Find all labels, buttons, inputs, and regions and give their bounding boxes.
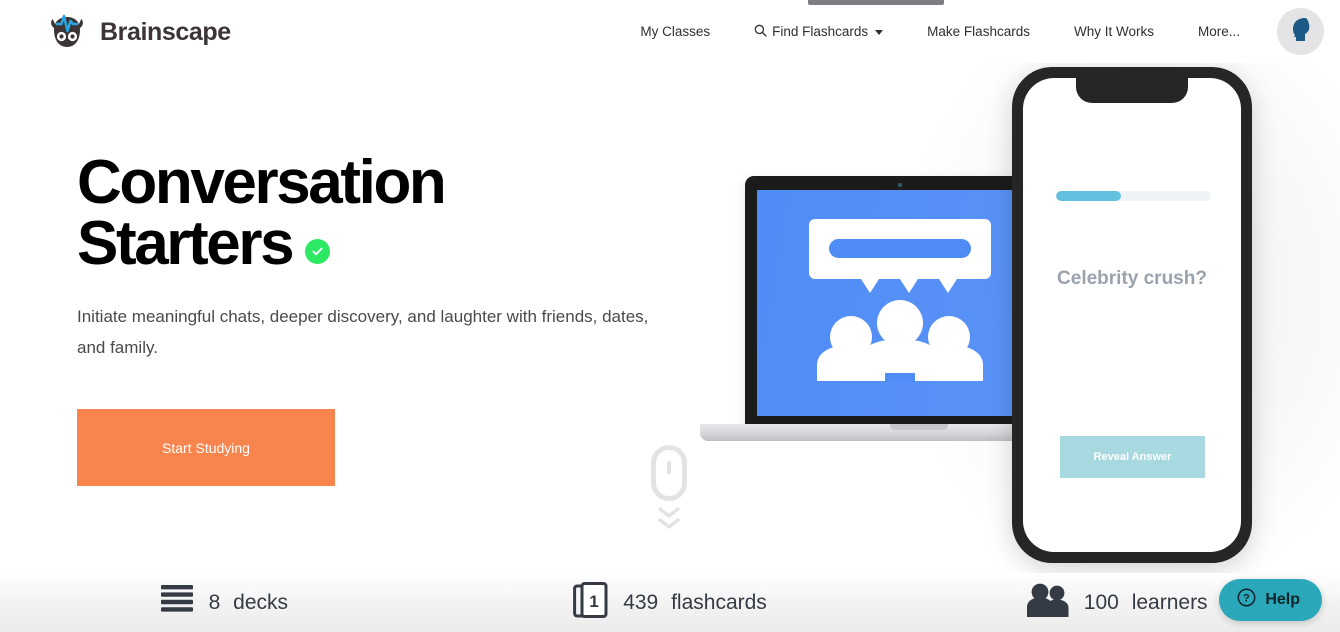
stat-flashcards-unit: flashcards (671, 590, 767, 614)
main-navigation: My Classes Find Flashcards Make Flashcar… (618, 0, 1262, 63)
nav-item-find-flashcards[interactable]: Find Flashcards (732, 0, 905, 63)
chevron-down-icon-2 (658, 518, 680, 529)
nav-label: My Classes (640, 24, 711, 39)
laptop-screen (757, 190, 1043, 416)
hero-title-line-2-group: Starters (77, 208, 677, 278)
mouse-outline-shape (651, 445, 687, 501)
brainscape-wordmark: Brainscape (100, 17, 231, 46)
chevron-down-icon (875, 30, 884, 35)
stat-flashcards-label: 439 flashcards (623, 591, 767, 615)
phone-notch (1076, 78, 1188, 103)
user-profile-head-icon (1288, 16, 1314, 48)
stat-learners-unit: learners (1131, 590, 1208, 614)
phone-screen: Celebrity crush? Reveal Answer (1023, 78, 1241, 552)
reveal-answer-button[interactable]: Reveal Answer (1060, 436, 1205, 478)
search-icon (754, 24, 767, 40)
flashcard-question-text: Celebrity crush? (1057, 268, 1207, 289)
brainscape-logo-link[interactable]: Brainscape (45, 10, 231, 54)
stat-decks-value: 8 (208, 590, 221, 614)
laptop-trackpad-notch (890, 424, 948, 430)
nav-item-my-classes[interactable]: My Classes (618, 0, 732, 63)
phone-mockup: Celebrity crush? Reveal Answer (1012, 67, 1252, 563)
hero-copy-block: Conversation Starters Initiate meaningfu… (77, 148, 677, 487)
study-progress-fill (1056, 191, 1122, 201)
stat-flashcards-value: 439 (623, 590, 659, 614)
laptop-camera-icon (898, 183, 902, 187)
nav-item-more[interactable]: More... (1176, 0, 1262, 63)
verified-check-icon (305, 238, 331, 264)
svg-text:?: ? (1243, 593, 1250, 605)
nav-label: Find Flashcards (772, 24, 869, 39)
flashcard-count-icon: 1 (573, 581, 609, 625)
mouse-wheel-shape (667, 461, 671, 474)
nav-label: Make Flashcards (927, 24, 1030, 39)
question-circle-icon: ? (1237, 588, 1256, 612)
nav-label: Why It Works (1073, 24, 1154, 39)
nav-item-make-flashcards[interactable]: Make Flashcards (905, 0, 1052, 63)
start-studying-button[interactable]: Start Studying (77, 409, 335, 487)
scroll-down-mouse-icon[interactable] (648, 445, 690, 529)
hero-section: Conversation Starters Initiate meaningfu… (0, 63, 1340, 573)
group-chat-speech-bubble-icon (805, 213, 995, 393)
site-header: Brainscape My Classes Find Flashcards Ma… (0, 0, 1340, 63)
stat-decks-label: 8 decks (209, 591, 288, 615)
stat-learners-value: 100 (1083, 590, 1119, 614)
hero-title-line-2: Starters (77, 208, 295, 278)
nav-label: More... (1197, 24, 1240, 39)
stat-decks: 8 decks (0, 583, 447, 623)
help-widget-button[interactable]: ? Help (1219, 579, 1322, 621)
deck-stack-icon (159, 583, 195, 623)
stat-decks-unit: decks (233, 590, 289, 614)
hero-subtitle: Initiate meaningful chats, deeper discov… (77, 306, 649, 358)
stats-bar: 8 decks 1 439 flashcards 100 learners (0, 573, 1340, 632)
stat-learners-label: 100 learners (1084, 591, 1208, 615)
study-progress-bar (1056, 191, 1211, 201)
user-avatar[interactable] (1277, 8, 1324, 55)
nav-item-why-it-works[interactable]: Why It Works (1052, 0, 1176, 63)
svg-text:1: 1 (589, 592, 598, 611)
chevron-down-icon-1 (658, 507, 680, 518)
stat-flashcards: 1 439 flashcards (447, 581, 894, 625)
laptop-lid (745, 176, 1055, 426)
learners-people-icon (1026, 583, 1070, 623)
page-title: Conversation Starters (77, 148, 677, 278)
brainscape-brain-icon (45, 10, 89, 54)
scroll-progress-sliver[interactable] (808, 0, 944, 5)
hero-title-line-1: Conversation (77, 148, 447, 217)
help-widget-label: Help (1265, 591, 1300, 608)
device-mockups: Celebrity crush? Reveal Answer (690, 63, 1340, 573)
